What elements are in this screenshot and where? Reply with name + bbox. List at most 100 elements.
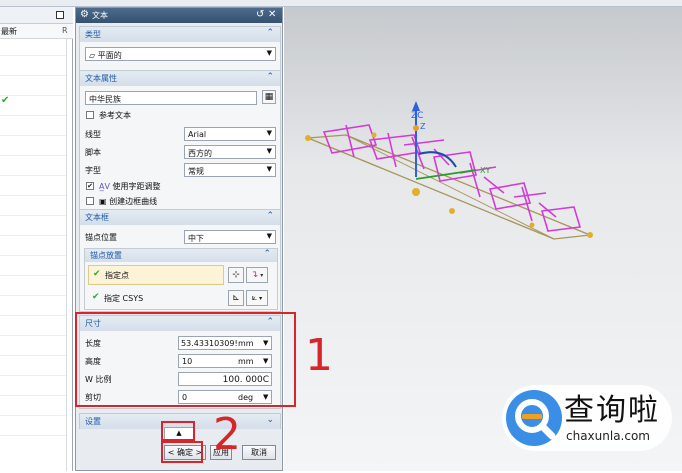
anchor-position-value: 中下 [188,234,204,243]
part-navigator: 最新 R ✔ [0,7,73,471]
anchor-placement-header[interactable]: 锚点放置 ⌃ [85,249,277,262]
text-properties-section: 文本属性 ⌃ 中华民族 ▦ 参考文本 线型 Arial ▼ 脚本 西方的 ▼ 字… [79,70,281,210]
step-2-marker: 2 [213,409,241,460]
navigator-row[interactable] [0,215,66,216]
script-dropdown[interactable]: 西方的 ▼ [184,145,276,159]
text-frame-header[interactable]: 文本框 ⌃ [80,210,280,225]
anchor-position-label: 锚点位置 [85,233,117,242]
type-section-header[interactable]: 类型 ⌃ [80,27,280,42]
point-type-dropdown[interactable]: ↴ ▾ [246,267,268,283]
close-icon[interactable]: ✕ [268,9,276,20]
navigator-column-header[interactable]: 最新 R [0,24,73,39]
navigator-row[interactable] [0,55,66,56]
text-input[interactable]: 中华民族 [85,91,257,105]
navigator-row[interactable] [0,155,66,156]
logo-search-icon [506,390,562,446]
navigator-row[interactable] [0,375,66,376]
text-frame-title: 文本框 [85,213,109,222]
script-value: 西方的 [188,149,212,158]
gear-icon: ⚙ [80,9,89,20]
type-dropdown-value: ▱ 平面的 [89,50,122,61]
column-latest-label: 最新 [1,27,17,36]
text-properties-header[interactable]: 文本属性 ⌃ [80,71,280,86]
navigator-row[interactable] [0,195,66,196]
settings-title: 设置 [85,417,101,426]
check-icon: ✔ [1,95,10,106]
collapse-icon[interactable]: ⌃ [266,211,274,221]
csys-dialog-button[interactable]: ⊾ [228,290,244,306]
navigator-row[interactable] [0,175,66,176]
svg-text:ZC: ZC [411,111,423,121]
anchor-position-dropdown[interactable]: 中下 ▼ [184,230,276,244]
chevron-down-icon: ▼ [266,129,272,137]
navigator-row[interactable] [0,315,66,316]
navigator-row[interactable] [0,135,66,136]
navigator-row[interactable] [0,235,66,236]
type-value-text: 平面的 [97,51,122,60]
point-constructor-icon: ⊹ [232,270,240,280]
navigator-divider [66,39,67,471]
kerning-icon: A̲V [99,182,113,191]
navigator-row[interactable] [0,95,66,96]
navigator-row[interactable] [0,255,66,256]
toggle-highlight-box [161,421,195,441]
reference-text-checkbox[interactable] [86,111,94,119]
kerning-label: A̲V 使用字距调整 [99,181,161,192]
watermark-text: 查询啦 [564,393,660,428]
line-type-dropdown[interactable]: Arial ▼ [184,127,276,141]
step-1-marker: 1 [305,330,333,381]
collapse-icon[interactable]: ⌃ [266,28,274,38]
csys-type-dropdown[interactable]: ⟀ ▾ [246,290,268,306]
check-icon: ✔ [93,269,101,279]
navigator-row[interactable] [0,395,66,396]
expand-icon[interactable]: ⌄ [266,415,274,425]
chevron-down-icon: ▼ [266,147,272,155]
point-dialog-button[interactable]: ⊹ [228,267,244,283]
grid-icon: ▦ [264,92,274,102]
text-properties-title: 文本属性 [85,74,117,83]
cancel-button[interactable]: 取消 [242,445,276,460]
csys-icon: ⊾ [232,293,240,303]
maximize-icon[interactable] [56,11,64,19]
navigator-row[interactable] [0,435,66,436]
collapse-icon[interactable]: ⌃ [263,249,271,259]
type-dropdown[interactable]: ▱ 平面的 ▼ [85,47,276,61]
specify-point-row[interactable]: ✔ 指定点 [88,265,224,285]
chevron-down-icon: ▼ [266,165,272,173]
navigator-header [0,7,73,24]
reset-icon[interactable]: ↺ [256,9,264,20]
navigator-row[interactable] [0,75,66,76]
navigator-row[interactable] [0,275,66,276]
ok-highlight-box [161,441,203,463]
line-type-label: 线型 [85,130,101,139]
navigator-row[interactable] [0,415,66,416]
kerning-checkbox[interactable]: ✔ [86,182,94,190]
svg-text:XY: XY [480,166,490,175]
svg-text:Z: Z [420,122,426,131]
anchor-placement-title: 锚点放置 [90,251,122,260]
specify-point-label: 指定点 [105,271,129,280]
symbol-button[interactable]: ▦ [262,90,276,104]
navigator-row[interactable] [0,355,66,356]
anchor-placement-group: 锚点放置 ⌃ ✔ 指定点 ⊹ ↴ ▾ ✔ 指定 CSYS ⊾ ⟀ ▾ [84,248,278,310]
navigator-row[interactable] [0,115,66,116]
border-curve-label: ▣ 创建边框曲线 [99,196,157,207]
planar-text-icon: ▱ [89,51,98,60]
collapse-icon[interactable]: ⌃ [266,72,274,82]
style-dropdown[interactable]: 常规 ▼ [184,163,276,177]
specify-csys-label: 指定 CSYS [104,294,144,303]
navigator-row[interactable] [0,295,66,296]
border-icon: ▣ [99,197,110,206]
dialog-title-bar[interactable]: ⚙ 文本 ↺ ✕ [76,8,282,23]
frame-handles [305,132,593,238]
type-section: 类型 ⌃ ▱ 平面的 ▼ [79,26,281,71]
chevron-down-icon: ▼ [266,49,272,57]
text-frame-section: 文本框 ⌃ 锚点位置 中下 ▼ 锚点放置 ⌃ ✔ 指定点 ⊹ ↴ ▾ ✔ 指定 … [79,209,281,312]
top-toolbar-strip [0,0,682,7]
kerning-label-text: 使用字距调整 [112,182,161,191]
border-curve-checkbox[interactable] [86,197,94,205]
navigator-row[interactable] [0,335,66,336]
check-icon: ✔ [92,292,100,302]
line-type-value: Arial [188,130,207,139]
specify-csys-row[interactable]: ✔ 指定 CSYS [88,289,224,307]
